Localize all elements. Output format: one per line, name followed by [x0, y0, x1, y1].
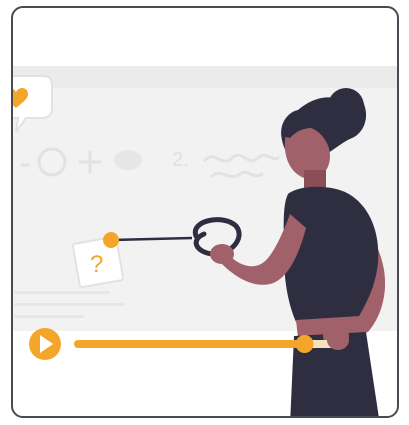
board-number-label: 2.	[172, 149, 189, 171]
play-button[interactable]	[29, 328, 61, 360]
whiteboard-top-band	[13, 66, 397, 88]
progress-fill	[74, 340, 305, 348]
hand-on-bar	[327, 330, 349, 350]
video-illustration: 2. ?	[13, 66, 397, 416]
question-note-icon: ?	[90, 251, 103, 278]
progress-handle[interactable]	[295, 335, 314, 353]
